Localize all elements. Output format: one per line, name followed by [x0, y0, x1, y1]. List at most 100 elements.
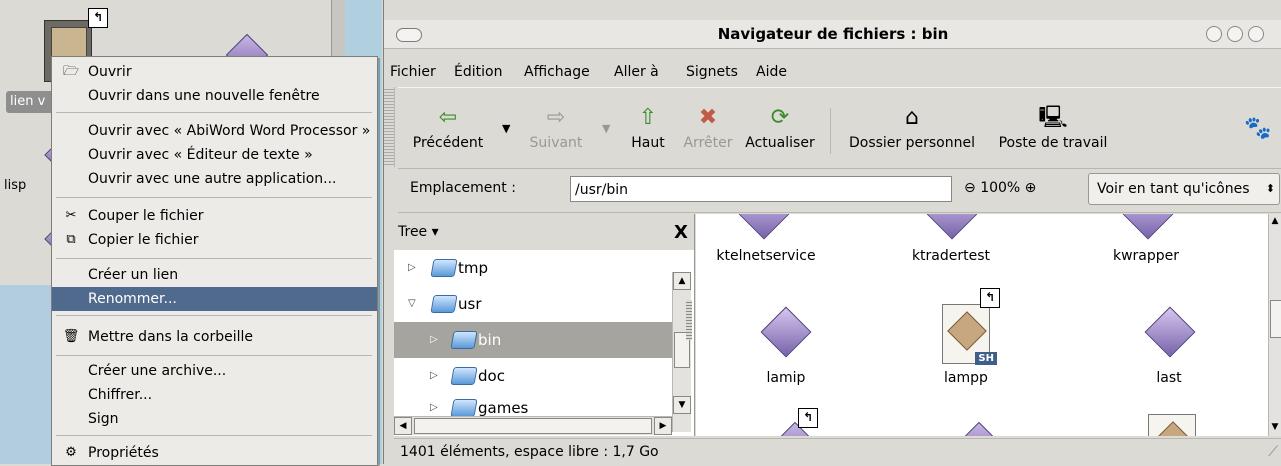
sidebar-close-icon[interactable]: X	[674, 222, 688, 243]
maximize-button[interactable]	[1227, 26, 1243, 42]
scroll-right-icon[interactable]: ▶	[654, 417, 672, 435]
computer-button[interactable]: 🖳 Poste de travail	[988, 88, 1118, 168]
menu-item-label: Sign	[88, 411, 119, 427]
tree-expander[interactable]: ▽	[408, 286, 416, 322]
menu-item-open[interactable]: 🗁 Ouvrir	[52, 60, 377, 84]
scroll-up-icon[interactable]: ▲	[1269, 214, 1281, 228]
resize-grip-icon[interactable]: ⟋	[1268, 439, 1278, 465]
tree-item-label: usr	[458, 295, 482, 313]
menu-item-properties[interactable]: ⚙ Propriétés	[52, 441, 377, 465]
file-label[interactable]: ktradertest	[861, 248, 1041, 264]
file-label[interactable]: last	[1079, 370, 1259, 386]
up-arrow-icon: ⇧	[638, 105, 658, 130]
menu-item-encrypt[interactable]: Chiffrer...	[52, 383, 377, 407]
menu-item-open-with-text-editor[interactable]: Ouvrir avec « Éditeur de texte »	[52, 143, 377, 167]
menu-item-open-with-abiword[interactable]: Ouvrir avec « AbiWord Word Processor »	[52, 119, 377, 143]
pane-resize-handle[interactable]	[686, 300, 692, 340]
folder-icon	[430, 259, 458, 277]
script-file-icon[interactable]	[1148, 414, 1196, 436]
toolbar-separator	[830, 108, 831, 154]
scroll-up-icon[interactable]: ▲	[673, 272, 691, 290]
menu-go[interactable]: Aller à	[614, 57, 659, 87]
sidebar-type-dropdown[interactable]: Tree ▾	[398, 224, 439, 240]
back-button[interactable]: ⇦ Précédent	[398, 88, 498, 168]
scroll-thumb[interactable]	[414, 418, 652, 434]
menu-view[interactable]: Affichage	[524, 57, 590, 87]
file-label[interactable]: lamip	[696, 370, 876, 386]
menu-item-label: Ouvrir dans une nouvelle fenêtre	[88, 88, 320, 104]
up-label: Haut	[631, 135, 665, 151]
stop-icon: ✖	[698, 105, 718, 130]
file-label[interactable]: kwrapper	[1056, 248, 1236, 264]
menu-help[interactable]: Aide	[756, 57, 787, 87]
tree-item-tmp[interactable]: ▷ tmp	[394, 250, 672, 286]
tree-item-bin[interactable]: ▷ bin	[394, 322, 672, 358]
title-bar[interactable]: Navigateur de fichiers : bin	[384, 20, 1281, 49]
menu-item-trash[interactable]: 🗑 Mettre dans la corbeille	[52, 325, 377, 349]
executable-icon[interactable]	[738, 214, 790, 240]
stop-button[interactable]: ✖ Arrêter	[676, 88, 740, 168]
menu-separator	[56, 315, 372, 316]
shell-script-icon[interactable]: SH	[942, 304, 997, 365]
executable-icon[interactable]	[926, 214, 978, 240]
scissors-icon: ✂	[65, 208, 77, 223]
executable-icon[interactable]	[1144, 306, 1196, 358]
tree-item-games[interactable]: ▷ games	[394, 390, 672, 416]
executable-icon[interactable]	[760, 306, 812, 358]
executable-icon[interactable]	[957, 421, 1001, 436]
close-button[interactable]	[1248, 26, 1264, 42]
window-title: Navigateur de fichiers : bin	[717, 25, 949, 43]
scroll-down-icon[interactable]: ▼	[1269, 420, 1281, 434]
tree-vertical-scrollbar[interactable]: ▲ ▼	[672, 272, 691, 432]
back-history-dropdown[interactable]: ▼	[502, 122, 510, 135]
tree-item-usr[interactable]: ▽ usr	[394, 286, 672, 322]
up-button[interactable]: ⇧ Haut	[618, 88, 678, 168]
tree-expander[interactable]: ▷	[408, 250, 416, 286]
location-input[interactable]: /usr/bin	[570, 176, 952, 202]
menu-item-sign[interactable]: Sign	[52, 407, 377, 431]
home-button[interactable]: ⌂ Dossier personnel	[836, 88, 988, 168]
menu-item-rename[interactable]: Renommer...	[52, 287, 377, 311]
location-label: Emplacement :	[410, 180, 516, 196]
tree-item-label: games	[478, 399, 529, 416]
executable-icon[interactable]	[1122, 214, 1174, 240]
reload-button[interactable]: ⟳ Actualiser	[738, 88, 822, 168]
scroll-thumb[interactable]	[1270, 300, 1281, 338]
forward-button[interactable]: ⇨ Suivant	[516, 88, 596, 168]
menu-edit[interactable]: Édition	[454, 57, 502, 87]
menu-item-create-archive[interactable]: Créer une archive...	[52, 359, 377, 383]
minimize-button[interactable]	[1206, 26, 1222, 42]
zoom-out-icon[interactable]: ⊖	[964, 180, 976, 196]
menu-item-cut[interactable]: ✂ Couper le fichier	[52, 204, 377, 228]
home-label: Dossier personnel	[848, 135, 975, 151]
menu-item-open-new-window[interactable]: Ouvrir dans une nouvelle fenêtre	[52, 84, 377, 108]
folder-icon	[450, 367, 478, 385]
menu-item-label: Ouvrir	[88, 64, 132, 80]
menu-bookmarks[interactable]: Signets	[686, 57, 738, 87]
desktop-icon-label: lisp	[4, 178, 27, 193]
menu-file[interactable]: Fichier	[390, 57, 436, 87]
file-view-scrollbar[interactable]: ▲ ▼	[1268, 214, 1281, 436]
file-label[interactable]: lampp	[876, 370, 1056, 386]
stop-label: Arrêter	[683, 135, 733, 151]
menu-separator	[56, 435, 372, 436]
tree-horizontal-scrollbar[interactable]: ◀ ▶	[394, 416, 672, 435]
toolbar-grip[interactable]	[384, 87, 395, 167]
zoom-in-icon[interactable]: ⊕	[1025, 180, 1037, 196]
tree-expander[interactable]: ▷	[430, 322, 438, 358]
zoom-level[interactable]: 100%	[980, 180, 1020, 196]
view-mode-select[interactable]: Voir en tant qu'icônes ⬍	[1088, 173, 1280, 205]
computer-icon: 🖳	[1038, 105, 1068, 130]
tree-item-doc[interactable]: ▷ doc	[394, 358, 672, 394]
tree-expander[interactable]: ▷	[430, 358, 438, 394]
scroll-down-icon[interactable]: ▼	[673, 396, 691, 414]
forward-history-dropdown[interactable]: ▼	[602, 122, 610, 135]
tree-sidebar: Tree ▾ X ▷ tmp ▽ usr ▷ bin ▷ doc ▷ games	[394, 214, 695, 436]
folder-icon	[450, 331, 478, 349]
file-label[interactable]: ktelnetservice	[696, 248, 856, 264]
tree-expander[interactable]: ▷	[430, 390, 438, 416]
menu-item-copy[interactable]: ⧉ Copier le fichier	[52, 228, 377, 252]
menu-item-create-link[interactable]: Créer un lien	[52, 263, 377, 287]
scroll-left-icon[interactable]: ◀	[394, 417, 412, 435]
menu-item-open-with-other[interactable]: Ouvrir avec une autre application...	[52, 167, 377, 191]
